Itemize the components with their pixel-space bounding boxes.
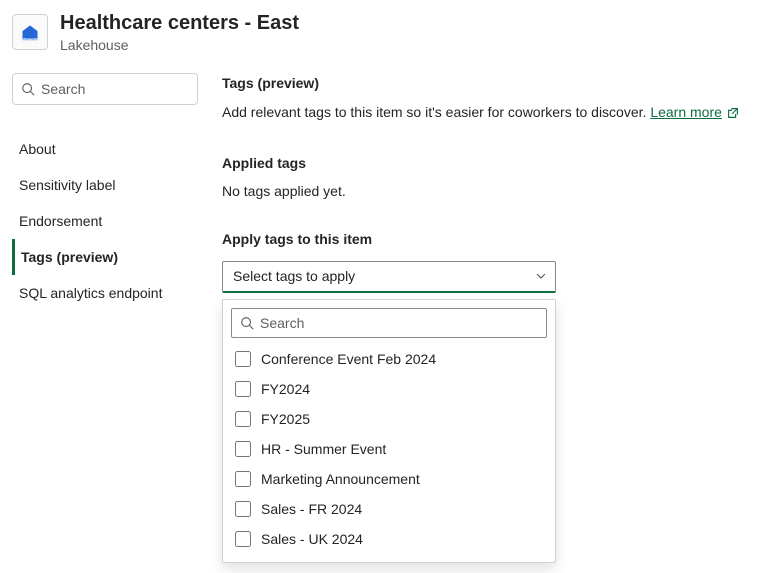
applied-tags-heading: Applied tags xyxy=(222,155,749,171)
section-description: Add relevant tags to this item so it's e… xyxy=(222,103,749,123)
tags-dropdown: Conference Event Feb 2024 FY2024 FY2025 HR … xyxy=(222,299,556,563)
applied-tags-status: No tags applied yet. xyxy=(222,183,749,199)
select-placeholder: Select tags to apply xyxy=(233,268,355,284)
tag-option[interactable]: Conference Event Feb 2024 xyxy=(231,344,547,374)
sidebar-search-input[interactable] xyxy=(41,81,222,97)
tag-checkbox[interactable] xyxy=(235,441,251,457)
tag-option-label: Sales - FR 2024 xyxy=(261,501,362,517)
section-title: Tags (preview) xyxy=(222,75,749,91)
tag-option[interactable]: FY2024 xyxy=(231,374,547,404)
header-text: Healthcare centers - East Lakehouse xyxy=(60,10,299,53)
external-link-icon xyxy=(726,106,740,120)
dropdown-search-input[interactable] xyxy=(260,315,538,331)
tag-option[interactable]: Marketing Announcement xyxy=(231,464,547,494)
item-type-label: Lakehouse xyxy=(60,37,299,53)
tag-option-label: HR - Summer Event xyxy=(261,441,386,457)
content: Tags (preview) Add relevant tags to this… xyxy=(222,73,749,563)
sidebar-item-sensitivity-label[interactable]: Sensitivity label xyxy=(12,167,198,203)
sidebar-item-endorsement[interactable]: Endorsement xyxy=(12,203,198,239)
sidebar: AboutSensitivity labelEndorsementTags (p… xyxy=(12,73,198,563)
description-text: Add relevant tags to this item so it's e… xyxy=(222,104,646,120)
tag-checkbox[interactable] xyxy=(235,501,251,517)
tag-option-label: Marketing Announcement xyxy=(261,471,420,487)
tag-option-label: Conference Event Feb 2024 xyxy=(261,351,436,367)
tag-option-label: FY2024 xyxy=(261,381,310,397)
tag-options-list: Conference Event Feb 2024 FY2024 FY2025 HR … xyxy=(231,344,547,554)
learn-more-link[interactable]: Learn more xyxy=(650,103,740,123)
tag-option-label: FY2025 xyxy=(261,411,310,427)
sidebar-search[interactable] xyxy=(12,73,198,105)
dropdown-search[interactable] xyxy=(231,308,547,338)
sidebar-nav: AboutSensitivity labelEndorsementTags (p… xyxy=(12,131,198,311)
sidebar-item-sql-analytics-endpoint[interactable]: SQL analytics endpoint xyxy=(12,275,198,311)
chevron-down-icon xyxy=(535,270,547,282)
item-icon xyxy=(12,14,48,50)
tag-option[interactable]: Sales - FR 2024 xyxy=(231,494,547,524)
tag-option[interactable]: FY2025 xyxy=(231,404,547,434)
lakehouse-icon xyxy=(20,22,40,42)
apply-tags-heading: Apply tags to this item xyxy=(222,231,749,247)
tag-option-label: Sales - UK 2024 xyxy=(261,531,363,547)
search-icon xyxy=(21,82,35,96)
tag-checkbox[interactable] xyxy=(235,531,251,547)
tag-checkbox[interactable] xyxy=(235,351,251,367)
learn-more-label: Learn more xyxy=(650,103,722,123)
tag-option[interactable]: Sales - UK 2024 xyxy=(231,524,547,554)
tags-select-trigger[interactable]: Select tags to apply xyxy=(222,261,556,293)
header: Healthcare centers - East Lakehouse xyxy=(0,0,761,67)
sidebar-item-tags-preview-[interactable]: Tags (preview) xyxy=(12,239,198,275)
page-title: Healthcare centers - East xyxy=(60,10,299,36)
tag-checkbox[interactable] xyxy=(235,471,251,487)
sidebar-item-about[interactable]: About xyxy=(12,131,198,167)
tag-checkbox[interactable] xyxy=(235,411,251,427)
tag-checkbox[interactable] xyxy=(235,381,251,397)
tag-option[interactable]: HR - Summer Event xyxy=(231,434,547,464)
search-icon xyxy=(240,316,254,330)
